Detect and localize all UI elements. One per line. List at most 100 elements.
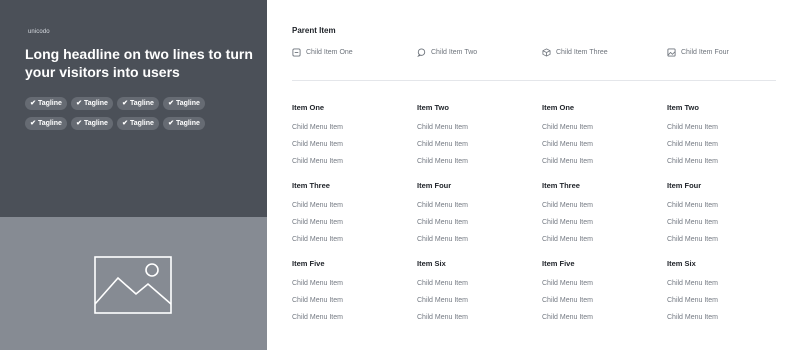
menu-link[interactable]: Child Menu Item bbox=[292, 280, 402, 297]
menu-link[interactable]: Child Menu Item bbox=[667, 124, 777, 141]
image-placeholder-icon bbox=[94, 256, 172, 314]
menu-link[interactable]: Child Menu Item bbox=[417, 236, 527, 253]
menu-link[interactable]: Child Menu Item bbox=[292, 158, 402, 175]
tagline-label: Tagline bbox=[37, 120, 62, 127]
menu-group: Item Three Child Menu Item Child Menu It… bbox=[542, 180, 652, 253]
menu-group: Item Three Child Menu Item Child Menu It… bbox=[292, 180, 402, 253]
check-icon: ✔ bbox=[122, 100, 128, 107]
child-item-label: Child Item Four bbox=[681, 49, 729, 56]
menu-group: Item Two Child Menu Item Child Menu Item… bbox=[667, 102, 777, 175]
menu-link[interactable]: Child Menu Item bbox=[417, 158, 527, 175]
menu-link[interactable]: Child Menu Item bbox=[542, 280, 652, 297]
brand-logo[interactable]: unicodo bbox=[28, 29, 50, 35]
promo-panel: unicodo Long headline on two lines to tu… bbox=[0, 0, 267, 350]
tagline-badge: ✔ Tagline bbox=[25, 117, 67, 130]
menu-link[interactable]: Child Menu Item bbox=[292, 202, 402, 219]
child-item-one[interactable]: Child Item One bbox=[292, 48, 353, 57]
menu-group-title[interactable]: Item Two bbox=[667, 102, 777, 114]
menu-link[interactable]: Child Menu Item bbox=[417, 141, 527, 158]
menu-group: Item One Child Menu Item Child Menu Item… bbox=[292, 102, 402, 175]
menu-link[interactable]: Child Menu Item bbox=[417, 297, 527, 314]
check-icon: ✔ bbox=[122, 120, 128, 127]
divider bbox=[292, 80, 776, 81]
tagline-badge: ✔ Tagline bbox=[71, 97, 113, 110]
menu-link[interactable]: Child Menu Item bbox=[542, 202, 652, 219]
menu-link[interactable]: Child Menu Item bbox=[667, 280, 777, 297]
menu-group: Item Five Child Menu Item Child Menu Ite… bbox=[542, 258, 652, 331]
menu-link[interactable]: Child Menu Item bbox=[292, 297, 402, 314]
menu-link[interactable]: Child Menu Item bbox=[292, 314, 402, 331]
tagline-badge: ✔ Tagline bbox=[163, 117, 205, 130]
menu-link[interactable]: Child Menu Item bbox=[667, 219, 777, 236]
menu-link[interactable]: Child Menu Item bbox=[542, 141, 652, 158]
menu-link[interactable]: Child Menu Item bbox=[292, 219, 402, 236]
menu-link[interactable]: Child Menu Item bbox=[667, 314, 777, 331]
child-item-three[interactable]: Child Item Three bbox=[542, 48, 608, 57]
menu-group-title[interactable]: Item One bbox=[292, 102, 402, 114]
child-item-two[interactable]: Child Item Two bbox=[417, 48, 477, 57]
child-item-label: Child Item Three bbox=[556, 49, 608, 56]
menu-link[interactable]: Child Menu Item bbox=[542, 297, 652, 314]
menu-link[interactable]: Child Menu Item bbox=[542, 158, 652, 175]
menu-group-title[interactable]: Item Four bbox=[417, 180, 527, 192]
parent-item-title[interactable]: Parent Item bbox=[292, 26, 336, 35]
menu-link[interactable]: Child Menu Item bbox=[292, 141, 402, 158]
tagline-label: Tagline bbox=[129, 100, 154, 107]
check-icon: ✔ bbox=[168, 100, 174, 107]
menu-group: Item One Child Menu Item Child Menu Item… bbox=[542, 102, 652, 175]
menu-group-title[interactable]: Item One bbox=[542, 102, 652, 114]
menu-link[interactable]: Child Menu Item bbox=[542, 219, 652, 236]
menu-link[interactable]: Child Menu Item bbox=[292, 124, 402, 141]
tagline-label: Tagline bbox=[37, 100, 62, 107]
menu-group: Item Six Child Menu Item Child Menu Item… bbox=[667, 258, 777, 331]
cube-icon bbox=[542, 48, 551, 57]
tagline-list: ✔ Tagline ✔ Tagline ✔ Tagline ✔ Tagline ✔ Tag… bbox=[25, 97, 225, 130]
menu-link[interactable]: Child Menu Item bbox=[667, 297, 777, 314]
mega-menu: Parent Item Child Item One Child Item Tw… bbox=[267, 0, 800, 350]
tagline-badge: ✔ Tagline bbox=[71, 117, 113, 130]
menu-group: Item Four Child Menu Item Child Menu Ite… bbox=[417, 180, 527, 253]
check-icon: ✔ bbox=[168, 120, 174, 127]
child-item-label: Child Item One bbox=[306, 49, 353, 56]
menu-link[interactable]: Child Menu Item bbox=[417, 219, 527, 236]
menu-group-title[interactable]: Item Six bbox=[417, 258, 527, 270]
tagline-badge: ✔ Tagline bbox=[117, 117, 159, 130]
tagline-label: Tagline bbox=[129, 120, 154, 127]
menu-link[interactable]: Child Menu Item bbox=[667, 158, 777, 175]
menu-group: Item Five Child Menu Item Child Menu Ite… bbox=[292, 258, 402, 331]
menu-link[interactable]: Child Menu Item bbox=[542, 314, 652, 331]
menu-group: Item Four Child Menu Item Child Menu Ite… bbox=[667, 180, 777, 253]
tagline-badge: ✔ Tagline bbox=[117, 97, 159, 110]
menu-group: Item Six Child Menu Item Child Menu Item… bbox=[417, 258, 527, 331]
tagline-label: Tagline bbox=[83, 100, 108, 107]
menu-link[interactable]: Child Menu Item bbox=[542, 236, 652, 253]
child-items-row: Child Item One Child Item Two Child Item… bbox=[292, 48, 782, 60]
menu-group-title[interactable]: Item Six bbox=[667, 258, 777, 270]
square-icon bbox=[292, 48, 301, 57]
menu-group-title[interactable]: Item Five bbox=[542, 258, 652, 270]
menu-link[interactable]: Child Menu Item bbox=[292, 236, 402, 253]
menu-link[interactable]: Child Menu Item bbox=[667, 236, 777, 253]
menu-group-title[interactable]: Item Four bbox=[667, 180, 777, 192]
menu-link[interactable]: Child Menu Item bbox=[667, 202, 777, 219]
image-icon bbox=[667, 48, 676, 57]
menu-group-title[interactable]: Item Five bbox=[292, 258, 402, 270]
tagline-label: Tagline bbox=[83, 120, 108, 127]
tagline-label: Tagline bbox=[175, 120, 200, 127]
media-section bbox=[0, 217, 267, 350]
menu-link[interactable]: Child Menu Item bbox=[417, 314, 527, 331]
menu-group-title[interactable]: Item Two bbox=[417, 102, 527, 114]
menu-group-title[interactable]: Item Three bbox=[292, 180, 402, 192]
menu-link[interactable]: Child Menu Item bbox=[417, 124, 527, 141]
check-icon: ✔ bbox=[76, 120, 82, 127]
menu-link[interactable]: Child Menu Item bbox=[417, 280, 527, 297]
chat-icon bbox=[417, 48, 426, 57]
check-icon: ✔ bbox=[76, 100, 82, 107]
headline: Long headline on two lines to turn your … bbox=[25, 46, 253, 80]
check-icon: ✔ bbox=[30, 120, 36, 127]
menu-group-title[interactable]: Item Three bbox=[542, 180, 652, 192]
menu-link[interactable]: Child Menu Item bbox=[542, 124, 652, 141]
menu-link[interactable]: Child Menu Item bbox=[417, 202, 527, 219]
child-item-four[interactable]: Child Item Four bbox=[667, 48, 729, 57]
menu-link[interactable]: Child Menu Item bbox=[667, 141, 777, 158]
